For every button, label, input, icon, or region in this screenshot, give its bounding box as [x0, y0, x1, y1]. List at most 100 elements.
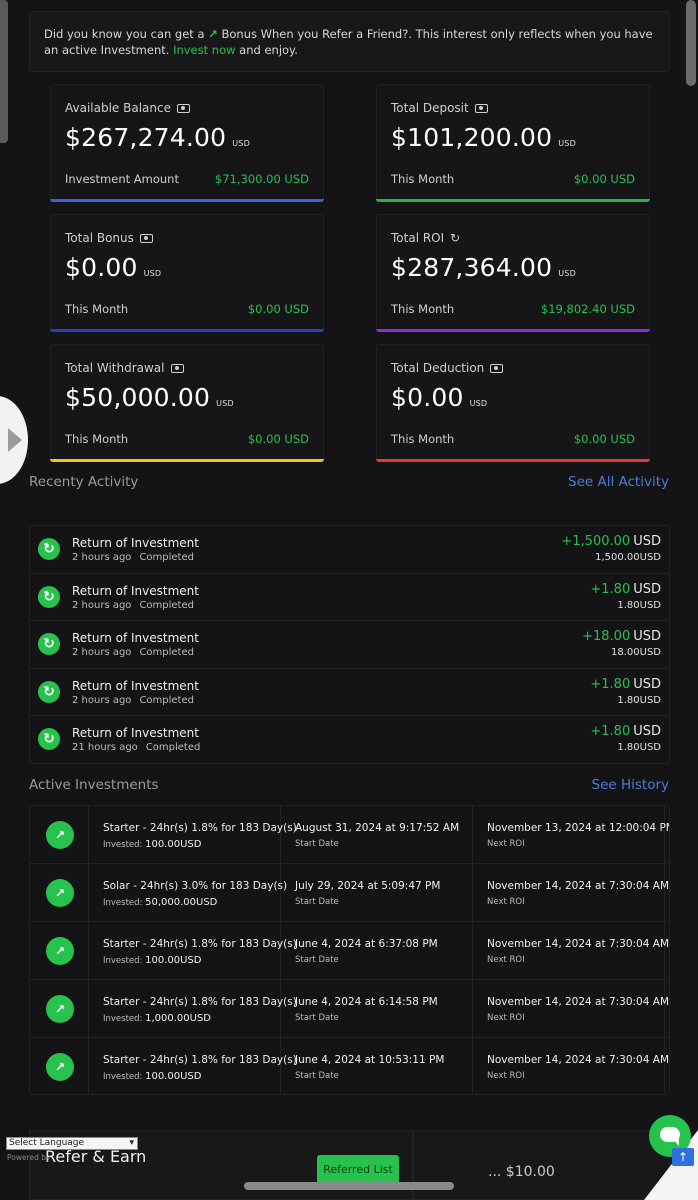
referral-notice: Did you know you can get a ↗ Bonus When … [29, 11, 670, 72]
card-amount: $0.00 [65, 253, 138, 282]
invested-amount: 1,000.00USD [145, 1013, 212, 1024]
list-item[interactable]: ↻ Return of Investment 2 hours ago Comple… [30, 669, 669, 717]
start-date-label: Start Date [295, 839, 339, 849]
card-currency: USD [216, 399, 234, 408]
start-date-label: Start Date [295, 1071, 339, 1081]
total-bonus-card: Total Bonus $0.00 USD This Month $0.00 US… [50, 214, 324, 332]
page-scrollbar[interactable] [686, 0, 696, 86]
card-foot-value: $0.00 USD [247, 302, 309, 316]
list-item[interactable]: ↻ Return of Investment 2 hours ago Comple… [30, 526, 669, 574]
plan-name: Solar - 24hr(s) 3.0% for 183 Day(s) [103, 880, 288, 892]
card-amount: $101,200.00 [391, 123, 553, 152]
activity-sub-amount: 18.00USD [611, 647, 661, 659]
activity-currency: USD [633, 676, 661, 692]
next-roi: November 14, 2024 at 7:30:04 AM [487, 996, 670, 1008]
table-row[interactable]: ↗ Solar - 24hr(s) 3.0% for 183 Day(s) Inv… [30, 864, 669, 922]
money-icon [490, 363, 504, 373]
see-history-link[interactable]: See History [592, 777, 670, 793]
money-icon [474, 103, 488, 113]
invest-now-link[interactable]: Invest now [173, 43, 235, 57]
card-title: Total Withdrawal [65, 361, 165, 375]
card-amount: $0.00 [391, 383, 464, 412]
money-icon [139, 233, 153, 243]
activity-amount: +1.80 [590, 581, 631, 597]
card-foot-label: This Month [391, 302, 455, 316]
language-select[interactable]: Select Language ▾ [6, 1137, 138, 1150]
upload-icon[interactable]: ↑ [672, 1148, 694, 1166]
table-row[interactable]: ↗ Starter - 24hr(s) 1.8% for 183 Day(s) I… [30, 980, 669, 1038]
table-row[interactable]: ↗ Starter - 24hr(s) 1.8% for 183 Day(s) I… [30, 1038, 669, 1094]
sync-icon: ↻ [450, 231, 461, 245]
referral-earnings-partial: ... $10.00 [488, 1164, 555, 1180]
recent-activity-title: Recenty Activity [29, 474, 139, 490]
card-accent-bar [376, 329, 650, 332]
chevron-down-icon: ▾ [129, 1138, 134, 1148]
invested-amount: 100.00USD [145, 1071, 202, 1082]
table-row[interactable]: ↗ Starter - 24hr(s) 1.8% for 183 Day(s) I… [30, 806, 669, 864]
card-title: Total Deposit [391, 101, 469, 115]
next-roi-label: Next ROI [487, 1071, 525, 1081]
next-roi-label: Next ROI [487, 839, 525, 849]
card-foot-label: This Month [65, 302, 129, 316]
activity-status: Completed [139, 552, 194, 563]
activity-time: 21 hours ago [72, 742, 138, 754]
referred-list-button[interactable]: Referred List [317, 1155, 399, 1185]
activity-currency: USD [633, 724, 661, 740]
home-indicator[interactable] [244, 1182, 454, 1190]
list-item[interactable]: ↻ Return of Investment 2 hours ago Comple… [30, 621, 669, 669]
notice-text-after: and enjoy. [239, 43, 298, 57]
start-date-label: Start Date [295, 897, 339, 907]
activity-amount: +1.80 [590, 676, 631, 692]
list-item[interactable]: ↻ Return of Investment 2 hours ago Comple… [30, 574, 669, 622]
start-date-label: Start Date [295, 1013, 339, 1023]
total-deposit-card: Total Deposit $101,200.00 USD This Month … [376, 84, 650, 202]
card-accent-bar [50, 199, 324, 202]
start-date: June 4, 2024 at 6:37:08 PM [295, 938, 438, 950]
list-item[interactable]: ↻ Return of Investment 21 hours ago Compl… [30, 716, 669, 764]
next-roi-label: Next ROI [487, 1013, 525, 1023]
card-amount: $267,274.00 [65, 123, 227, 152]
powered-by-text: Powered by [7, 1153, 51, 1162]
plan-name: Starter - 24hr(s) 1.8% for 183 Day(s) [103, 938, 297, 950]
refresh-icon: ↻ [38, 585, 60, 608]
left-scroll-thumb[interactable] [0, 0, 8, 143]
activity-time: 2 hours ago [72, 599, 132, 611]
activity-currency: USD [633, 581, 661, 597]
chart-icon: ↗ [46, 821, 74, 849]
card-foot-value: $19,802.40 USD [540, 302, 635, 316]
card-accent-bar [50, 459, 324, 462]
start-date: August 31, 2024 at 9:17:52 AM [295, 822, 460, 834]
invested-label: Invested: [103, 1014, 143, 1024]
activity-time: 2 hours ago [72, 694, 132, 706]
chart-icon: ↗ [46, 995, 74, 1023]
card-foot-value: $71,300.00 USD [214, 172, 309, 186]
card-currency: USD [143, 269, 162, 278]
start-date: June 4, 2024 at 10:53:11 PM [295, 1054, 445, 1066]
side-play-button[interactable] [0, 396, 28, 484]
refresh-icon: ↻ [38, 633, 60, 656]
invested-amount: 100.00USD [145, 839, 202, 850]
card-currency: USD [558, 269, 576, 278]
money-icon [170, 363, 184, 373]
next-roi: November 14, 2024 at 7:30:04 AM [487, 938, 670, 950]
invested-label: Invested: [103, 898, 143, 908]
activity-currency: USD [633, 629, 661, 645]
activity-status: Completed [145, 742, 201, 754]
see-all-activity-link[interactable]: See All Activity [568, 474, 669, 490]
card-foot-label: This Month [65, 432, 129, 446]
activity-amount: +1.80 [590, 724, 631, 740]
activity-sub-amount: 1,500.00USD [595, 552, 661, 563]
card-foot-value: $0.00 USD [573, 432, 635, 446]
chat-icon-tail [673, 1139, 679, 1146]
card-title: Total Deduction [391, 361, 485, 375]
play-icon [8, 428, 22, 452]
plan-name: Starter - 24hr(s) 1.8% for 183 Day(s) [103, 996, 297, 1008]
activity-title: Return of Investment [72, 678, 199, 693]
activity-title: Return of Investment [72, 536, 199, 550]
table-row[interactable]: ↗ Starter - 24hr(s) 1.8% for 183 Day(s) I… [30, 922, 669, 980]
card-currency: USD [469, 399, 488, 408]
activity-status: Completed [139, 647, 194, 659]
invested-label: Invested: [103, 956, 143, 966]
activity-amount: +18.00 [582, 629, 631, 645]
start-date: June 4, 2024 at 6:14:58 PM [295, 996, 438, 1008]
